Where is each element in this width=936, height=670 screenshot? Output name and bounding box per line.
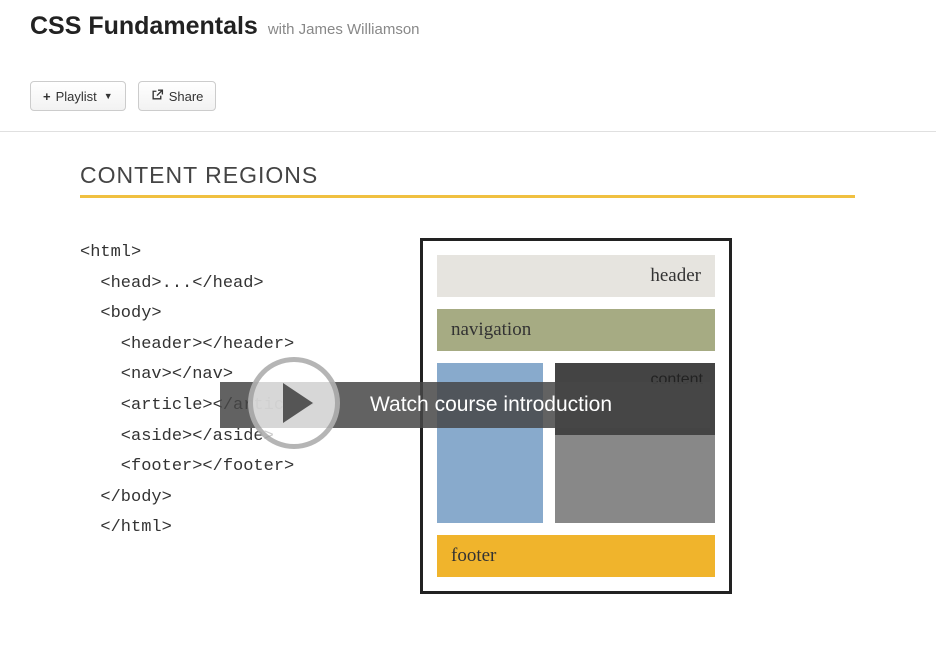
play-icon xyxy=(283,383,313,423)
playlist-button-label: Playlist xyxy=(56,89,97,104)
video-preview-area: CONTENT REGIONS <html> <head>...</head> … xyxy=(0,132,936,624)
share-icon xyxy=(151,88,164,104)
plus-icon: + xyxy=(43,89,51,104)
playlist-button[interactable]: + Playlist ▼ xyxy=(30,81,126,111)
slide-title: CONTENT REGIONS xyxy=(80,162,855,198)
share-button[interactable]: Share xyxy=(138,81,217,111)
region-footer: footer xyxy=(437,535,715,577)
title-row: CSS Fundamentals with James Williamson xyxy=(30,12,906,41)
chevron-down-icon: ▼ xyxy=(104,91,113,101)
course-author: with James Williamson xyxy=(268,21,420,38)
course-title: CSS Fundamentals xyxy=(30,12,258,41)
play-button[interactable] xyxy=(248,357,340,449)
region-nav: navigation xyxy=(437,309,715,351)
share-button-label: Share xyxy=(169,89,204,104)
region-header: header xyxy=(437,255,715,297)
overlay-text: Watch course introduction xyxy=(370,393,612,417)
course-header: CSS Fundamentals with James Williamson +… xyxy=(0,0,936,132)
button-row: + Playlist ▼ Share xyxy=(30,81,906,111)
